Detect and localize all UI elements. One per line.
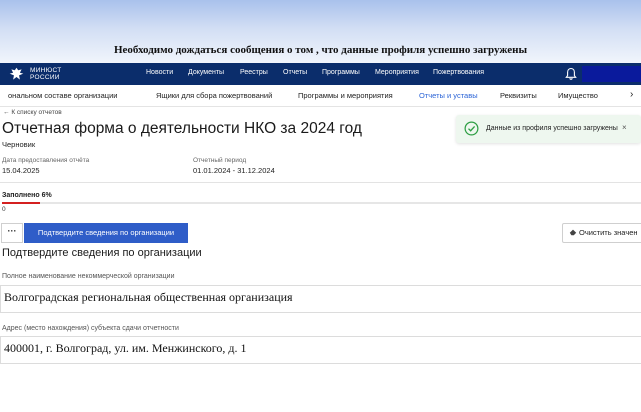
instruction-banner: Необходимо дождаться сообщения о том , ч… xyxy=(0,0,641,63)
nav-documents[interactable]: Документы xyxy=(188,69,224,76)
period-label: Отчетный период xyxy=(193,157,247,164)
status-label: Черновик xyxy=(2,140,36,149)
section-tabs: ональном составе организации Ящики для с… xyxy=(0,85,641,107)
close-icon[interactable]: × xyxy=(622,123,627,132)
back-link-label: К списку отчетов xyxy=(11,109,62,116)
toast-text: Данные из профиля успешно загружены xyxy=(486,125,618,132)
nav-registries[interactable]: Реестры xyxy=(240,69,268,76)
logo-line-2: РОССИИ xyxy=(30,74,60,81)
nav-news[interactable]: Новости xyxy=(146,69,173,76)
address-value: 400001, г. Волгоград, ул. им. Менжинског… xyxy=(4,341,247,355)
logo-line-1: МИНЮСТ xyxy=(30,67,62,74)
banner-text: Необходимо дождаться сообщения о том , ч… xyxy=(113,44,528,56)
date-value: 15.04.2025 xyxy=(2,166,40,175)
full-name-label: Полное наименование некоммерческой орган… xyxy=(2,273,175,280)
tab-requisites[interactable]: Реквизиты xyxy=(500,91,537,100)
confirm-organization-button[interactable]: Подтвердите сведения по организации xyxy=(24,223,188,243)
tab-composition[interactable]: ональном составе организации xyxy=(8,91,117,100)
section-title: Подтвердите сведения по организации xyxy=(2,247,202,259)
logo[interactable]: МИНЮСТ РОССИИ xyxy=(8,65,62,83)
check-circle-icon xyxy=(464,121,479,136)
tab-donation-boxes[interactable]: Ящики для сбора пожертвований xyxy=(156,91,272,100)
bell-icon[interactable] xyxy=(565,67,577,81)
progress-label: Заполнено 6% xyxy=(2,192,52,199)
tab-programs-events[interactable]: Программы и мероприятия xyxy=(298,91,393,100)
tab-property[interactable]: Имущество xyxy=(558,91,598,100)
page-title: Отчетная форма о деятельности НКО за 202… xyxy=(2,120,362,137)
nav-donations[interactable]: Пожертвования xyxy=(433,69,484,76)
clear-values-button[interactable]: Очистить значен xyxy=(562,223,641,243)
top-navigation: МИНЮСТ РОССИИ Новости Документы Реестры … xyxy=(0,63,641,85)
eraser-icon xyxy=(569,229,577,236)
period-value: 01.01.2024 - 31.12.2024 xyxy=(193,166,275,175)
back-link[interactable]: ← К списку отчетов xyxy=(3,109,62,116)
full-name-field[interactable]: Волгоградская региональная общественная … xyxy=(0,285,641,313)
full-name-value: Волгоградская региональная общественная … xyxy=(4,290,293,304)
date-label: Дата предоставления отчёта xyxy=(2,157,90,164)
address-label: Адрес (место нахождения) субъекта сдачи … xyxy=(2,325,179,332)
progress-fill xyxy=(2,202,41,204)
success-toast: Данные из профиля успешно загружены × xyxy=(456,115,641,143)
progress-zero-label: 0 xyxy=(2,206,6,213)
tab-reports-charters[interactable]: Отчеты и уставы xyxy=(419,91,478,100)
chevron-right-icon[interactable]: › xyxy=(630,90,633,100)
eagle-emblem-icon xyxy=(9,67,24,80)
nav-reports[interactable]: Отчеты xyxy=(283,69,307,76)
more-options-button[interactable]: ··· xyxy=(1,223,23,243)
address-field[interactable]: 400001, г. Волгоград, ул. им. Менжинског… xyxy=(0,336,641,364)
nav-events[interactable]: Мероприятия xyxy=(375,69,419,76)
divider xyxy=(0,182,641,183)
clear-values-label: Очистить значен xyxy=(579,228,638,237)
nav-programs[interactable]: Программы xyxy=(322,69,360,76)
account-area[interactable] xyxy=(582,66,641,82)
arrow-left-icon: ← xyxy=(3,109,10,116)
progress-bar xyxy=(2,202,641,204)
